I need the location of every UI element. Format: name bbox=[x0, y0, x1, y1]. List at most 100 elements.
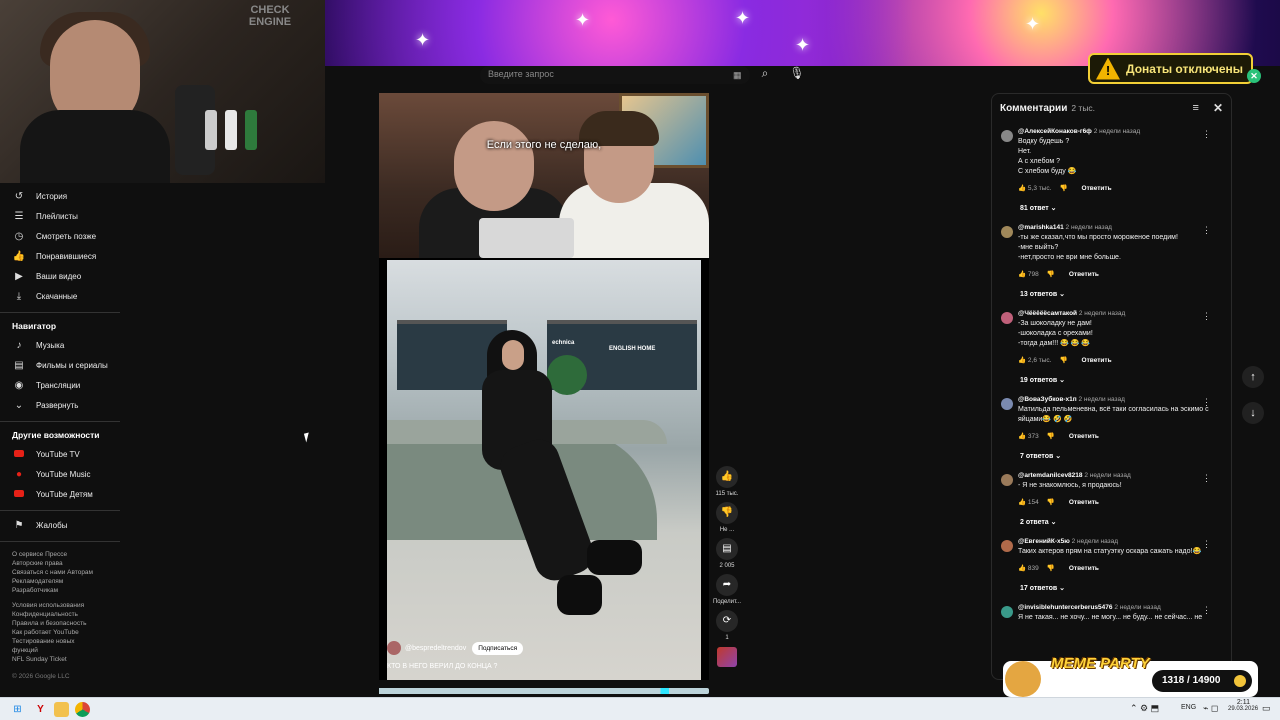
channel-name[interactable]: @bespredeltrendov bbox=[405, 645, 466, 652]
footer-link[interactable]: О сервисе Прессе bbox=[12, 550, 108, 559]
sidebar-item-downloads[interactable]: ⤓ Скачанные bbox=[0, 286, 120, 306]
comment-avatar[interactable] bbox=[1001, 130, 1013, 142]
comment-avatar[interactable] bbox=[1001, 606, 1013, 618]
arrow-up-icon[interactable]: ↑ bbox=[1242, 366, 1264, 388]
shorts-video-player[interactable]: Если этого не сделаю, ENGLISH HOME echni… bbox=[379, 93, 709, 680]
language-indicator[interactable]: ENG bbox=[1181, 704, 1196, 711]
comment-avatar[interactable] bbox=[1001, 312, 1013, 324]
network-icon[interactable]: ⌁ ◻ bbox=[1203, 703, 1218, 714]
thumb-down-icon[interactable]: 👎 bbox=[1059, 184, 1067, 192]
more-options-icon[interactable]: ⋮ bbox=[1202, 129, 1211, 140]
keyboard-icon[interactable]: ▦ bbox=[733, 70, 742, 81]
subscribe-button[interactable]: Подписаться bbox=[472, 641, 524, 655]
notifications-icon[interactable]: ▭ bbox=[1262, 703, 1271, 714]
footer-link[interactable]: Условия использования bbox=[12, 601, 108, 610]
sort-icon[interactable]: ≡ bbox=[1193, 102, 1199, 114]
thumb-up-icon[interactable]: 👍 bbox=[1018, 184, 1026, 192]
comment-author[interactable]: @ЕвгенийК-х5ю bbox=[1018, 538, 1070, 545]
sidebar-item-playlists[interactable]: ☰ Плейлисты bbox=[0, 206, 120, 226]
reply-button[interactable]: Ответить bbox=[1082, 357, 1112, 364]
sidebar-item-youtube-tv[interactable]: YouTube TV bbox=[0, 444, 120, 464]
chrome-icon[interactable] bbox=[75, 702, 90, 717]
windows-start-icon[interactable]: ⊞ bbox=[10, 702, 25, 717]
comment-author[interactable]: @Чёёёёёсамтакой bbox=[1018, 310, 1077, 317]
comment-avatar[interactable] bbox=[1001, 474, 1013, 486]
thumb-up-icon[interactable]: 👍 bbox=[1018, 564, 1026, 572]
thumb-down-icon[interactable]: 👎 bbox=[1047, 564, 1055, 572]
replies-toggle[interactable]: 13 ответов ⌄ bbox=[992, 280, 1231, 304]
thumb-up-icon[interactable]: 👍 bbox=[1018, 356, 1026, 364]
sidebar-item-films[interactable]: ▤ Фильмы и сериалы bbox=[0, 355, 120, 375]
replies-toggle[interactable]: 81 ответ ⌄ bbox=[992, 194, 1231, 218]
more-options-icon[interactable]: ⋮ bbox=[1202, 225, 1211, 236]
footer-link[interactable]: Как работает YouTube bbox=[12, 628, 108, 637]
search-icon[interactable]: ⌕ bbox=[754, 66, 776, 84]
dislike-button[interactable]: 👎 Не ... bbox=[712, 502, 742, 533]
footer-link[interactable]: Тестирование новых bbox=[12, 637, 108, 646]
file-explorer-icon[interactable] bbox=[54, 702, 69, 717]
footer-link[interactable]: Связаться с нами Авторам bbox=[12, 568, 108, 577]
thumb-up-icon[interactable]: 👍 bbox=[1018, 270, 1026, 278]
remix-button[interactable]: ⟳ 1 bbox=[712, 610, 742, 641]
close-icon[interactable]: ✕ bbox=[1213, 101, 1223, 115]
close-icon[interactable]: ✕ bbox=[1247, 69, 1261, 83]
sound-thumbnail[interactable] bbox=[717, 647, 737, 667]
thumb-up-icon[interactable]: 👍 bbox=[1018, 432, 1026, 440]
comment-author[interactable]: @invisiblehuntercerberus5476 bbox=[1018, 604, 1113, 611]
sidebar-item-watch-later[interactable]: ◷ Смотреть позже bbox=[0, 226, 120, 246]
more-options-icon[interactable]: ⋮ bbox=[1202, 397, 1211, 408]
footer-link[interactable]: Разработчикам bbox=[12, 586, 108, 595]
share-button[interactable]: ➦ Поделит... bbox=[712, 574, 742, 605]
more-options-icon[interactable]: ⋮ bbox=[1202, 539, 1211, 550]
thumb-down-icon[interactable]: 👎 bbox=[1047, 270, 1055, 278]
tray-icons[interactable]: ⌃ ⚙ ⬒ bbox=[1130, 703, 1159, 714]
thumb-up-icon[interactable]: 👍 bbox=[1018, 498, 1026, 506]
search-input[interactable]: Введите запрос bbox=[480, 66, 750, 84]
sidebar-item-music[interactable]: ♪ Музыка bbox=[0, 335, 120, 355]
comment-avatar[interactable] bbox=[1001, 226, 1013, 238]
sidebar-item-history[interactable]: ↺ История bbox=[0, 186, 120, 206]
comments-button[interactable]: ▤ 2 005 bbox=[712, 538, 742, 569]
comment-avatar[interactable] bbox=[1001, 540, 1013, 552]
thumb-down-icon[interactable]: 👎 bbox=[1059, 356, 1067, 364]
reply-button[interactable]: Ответить bbox=[1069, 433, 1099, 440]
replies-toggle[interactable]: 17 ответов ⌄ bbox=[992, 574, 1231, 598]
sidebar-item-reports[interactable]: ⚑ Жалобы bbox=[0, 515, 120, 535]
sidebar-item-youtube-kids[interactable]: YouTube Детям bbox=[0, 484, 120, 504]
more-options-icon[interactable]: ⋮ bbox=[1202, 605, 1211, 616]
comment-author[interactable]: @artemdanilcev8218 bbox=[1018, 472, 1083, 479]
yandex-browser-icon[interactable]: Y bbox=[33, 702, 48, 717]
footer-link[interactable]: Авторские права bbox=[12, 559, 108, 568]
reply-button[interactable]: Ответить bbox=[1069, 499, 1099, 506]
footer-link[interactable]: Рекламодателям bbox=[12, 577, 108, 586]
comment-author[interactable]: @ВоваЗубков-х1п bbox=[1018, 396, 1077, 403]
comment-avatar[interactable] bbox=[1001, 398, 1013, 410]
arrow-down-icon[interactable]: ↓ bbox=[1242, 402, 1264, 424]
like-button[interactable]: 👍 115 тыс. bbox=[712, 466, 742, 497]
channel-avatar[interactable] bbox=[387, 641, 401, 655]
comment-author[interactable]: @marishka141 bbox=[1018, 224, 1064, 231]
sidebar-item-your-videos[interactable]: ▶ Ваши видео bbox=[0, 266, 120, 286]
sidebar-item-youtube-music[interactable]: ● YouTube Music bbox=[0, 464, 120, 484]
footer-link[interactable]: Конфиденциальность bbox=[12, 610, 108, 619]
sidebar-item-expand[interactable]: ⌄ Развернуть bbox=[0, 395, 120, 415]
replies-toggle[interactable]: 2 ответа ⌄ bbox=[992, 508, 1231, 532]
sidebar-item-live[interactable]: ◉ Трансляции bbox=[0, 375, 120, 395]
thumb-down-icon[interactable]: 👎 bbox=[1047, 432, 1055, 440]
more-options-icon[interactable]: ⋮ bbox=[1202, 311, 1211, 322]
sidebar-item-liked[interactable]: 👍 Понравившиеся bbox=[0, 246, 120, 266]
voice-search-icon[interactable]: 🎙 bbox=[786, 66, 808, 84]
reply-button[interactable]: Ответить bbox=[1082, 185, 1112, 192]
replies-toggle[interactable]: 19 ответов ⌄ bbox=[992, 366, 1231, 390]
footer-link[interactable]: NFL Sunday Ticket bbox=[12, 655, 108, 664]
reply-button[interactable]: Ответить bbox=[1069, 565, 1099, 572]
clock[interactable]: 2:11 29.03.2026 bbox=[1228, 699, 1258, 712]
comment-author[interactable]: @АлексейКонаков-г6ф bbox=[1018, 128, 1092, 135]
footer-link[interactable]: функций bbox=[12, 646, 108, 655]
reply-button[interactable]: Ответить bbox=[1069, 271, 1099, 278]
replies-toggle[interactable]: 7 ответов ⌄ bbox=[992, 442, 1231, 466]
more-options-icon[interactable]: ⋮ bbox=[1202, 473, 1211, 484]
thumb-down-icon[interactable]: 👎 bbox=[1047, 498, 1055, 506]
video-progress-bar[interactable] bbox=[379, 688, 709, 694]
footer-link[interactable]: Правила и безопасность bbox=[12, 619, 108, 628]
